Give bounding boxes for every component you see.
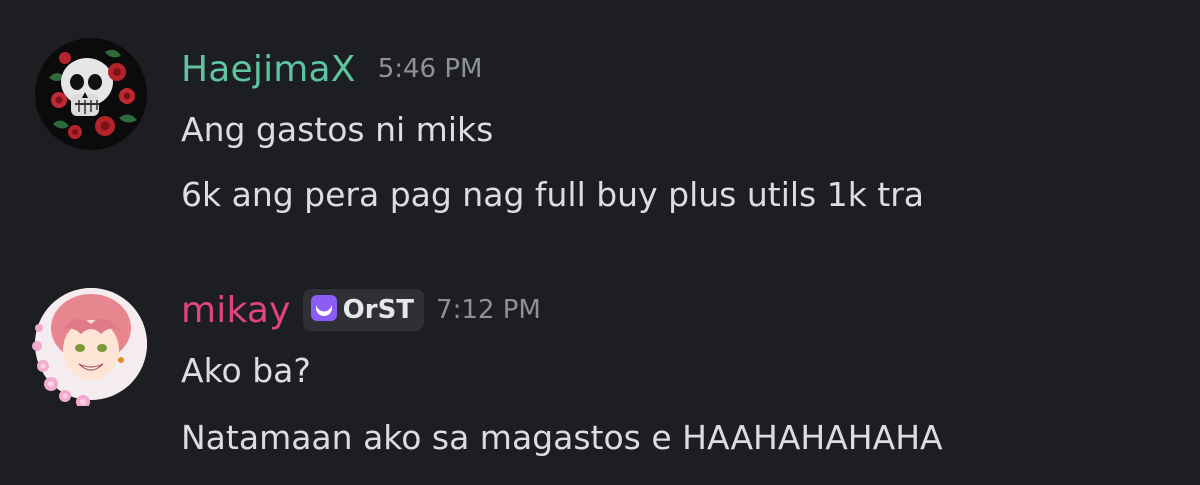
clan-tag-badge[interactable]: OrST [302,289,425,331]
message-header: HaejimaX 5:46 PM [181,44,482,94]
username[interactable]: HaejimaX [181,49,356,90]
username[interactable]: mikay [181,290,291,331]
anime-girl-avatar[interactable] [32,288,147,406]
timestamp: 7:12 PM [436,295,541,325]
message-header: mikay OrST 7:12 PM [181,285,541,335]
timestamp: 5:46 PM [377,54,483,84]
crescent-moon-icon [310,295,337,325]
message-text: 6k ang pera pag nag full buy plus utils … [181,175,925,214]
clan-tag-label: OrST [342,295,415,325]
message-text: Natamaan ako sa magastos e HAAHAHAHAHA [181,418,943,457]
skull-roses-avatar[interactable] [35,38,147,150]
message-text: Ang gastos ni miks [181,110,494,149]
message-text: Ako ba? [181,351,311,390]
